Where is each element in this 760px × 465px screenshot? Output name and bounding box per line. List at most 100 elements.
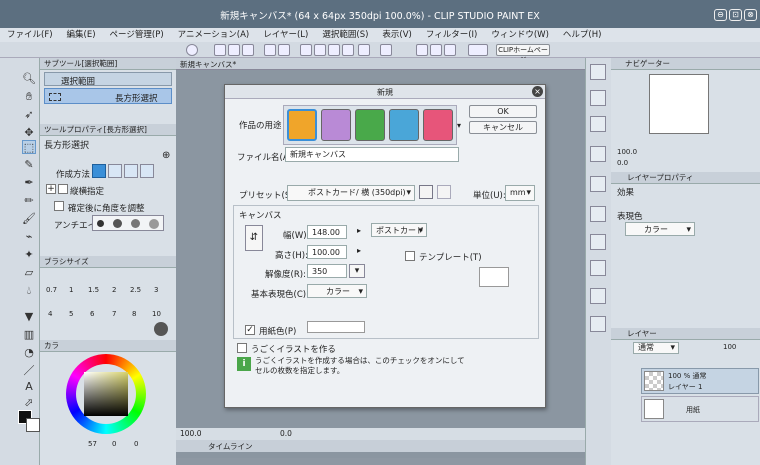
resolution-input[interactable]: 350 [307, 264, 347, 278]
material-icon[interactable] [590, 234, 606, 250]
figure-tool-icon[interactable]: ◔ [22, 346, 36, 360]
material-icon[interactable] [590, 260, 606, 276]
usage-animation-icon[interactable] [423, 109, 453, 141]
resolution-dropdown-icon[interactable]: ▾ [349, 264, 365, 278]
color-sv-square[interactable] [84, 372, 128, 416]
save-icon[interactable] [242, 44, 254, 56]
blend-tool-icon[interactable]: 💧︎ [22, 284, 36, 298]
ok-button[interactable]: OK [469, 105, 537, 118]
preset-dropdown[interactable]: ポストカード/ 横 (350dpi) [287, 185, 415, 201]
usage-more-icon[interactable]: ▾ [457, 121, 461, 130]
usage-comic-icon[interactable] [321, 109, 351, 141]
menu-file[interactable]: ファイル(F) [0, 28, 60, 42]
clip-studio-icon[interactable] [186, 44, 198, 56]
subtool-tab[interactable]: サブツール[選択範囲] [40, 58, 176, 70]
layer-row[interactable]: 100 % 通常 レイヤー 1 [641, 368, 759, 394]
template-checkbox[interactable] [405, 251, 415, 261]
cancel-button[interactable]: キャンセル [469, 121, 537, 134]
brush-size-value[interactable]: 1 [69, 286, 73, 294]
antialias-weak-icon[interactable] [113, 219, 122, 228]
menu-edit[interactable]: 編集(E) [60, 28, 103, 42]
material-icon[interactable] [590, 146, 606, 162]
width-input[interactable]: 148.00 [307, 225, 347, 239]
animation-checkbox[interactable] [237, 343, 247, 353]
brush-tool-icon[interactable]: 🖌︎ [22, 212, 36, 226]
material-icon[interactable] [590, 116, 606, 132]
fill-tool-icon[interactable]: ▼ [22, 310, 36, 324]
method-add-icon[interactable] [108, 164, 122, 178]
brush-size-value[interactable]: 7 [112, 310, 116, 318]
sub-color-swatch[interactable] [26, 418, 40, 432]
menu-selection[interactable]: 選択範囲(S) [315, 28, 375, 42]
pencil-tool-icon[interactable]: ✏︎ [22, 194, 36, 208]
layers-tab[interactable]: レイヤー [611, 328, 760, 340]
open-file-icon[interactable] [228, 44, 240, 56]
usage-illustration-icon[interactable] [287, 109, 317, 141]
aspect-expand-toggle[interactable]: + [46, 184, 56, 194]
height-arrow-icon[interactable]: ▸ [357, 246, 361, 255]
hand-tool-icon[interactable]: ✋︎ [22, 90, 36, 104]
material-icon[interactable] [590, 90, 606, 106]
brush-size-value[interactable]: 6 [90, 310, 94, 318]
paper-color-swatch[interactable] [307, 321, 365, 333]
clear-icon[interactable] [300, 44, 312, 56]
brush-size-value[interactable]: 4 [48, 310, 52, 318]
brush-size-value[interactable]: 2 [112, 286, 116, 294]
new-file-icon[interactable] [214, 44, 226, 56]
antialias-none-icon[interactable] [97, 220, 104, 227]
airbrush-tool-icon[interactable]: ⌁ [22, 230, 36, 244]
brush-size-value[interactable]: 0.7 [46, 286, 57, 294]
color-tab[interactable]: カラ [40, 340, 176, 352]
deselect-icon[interactable] [328, 44, 340, 56]
blend-mode-dropdown[interactable]: 通常 [633, 342, 679, 354]
subtool-group[interactable]: 選択範囲 [44, 72, 172, 87]
antialias-selector[interactable] [92, 215, 164, 231]
delete-preset-icon[interactable] [437, 185, 451, 199]
material-icon[interactable] [590, 64, 606, 80]
material-icon[interactable] [590, 288, 606, 304]
text-tool-icon[interactable]: A [22, 380, 36, 394]
menu-window[interactable]: ウィンドウ(W) [484, 28, 556, 42]
menu-filter[interactable]: フィルター(I) [419, 28, 484, 42]
adjust-angle-checkbox[interactable] [54, 201, 64, 211]
balloon-tool-icon[interactable]: ⬀ [22, 396, 36, 410]
minimize-button[interactable]: ⊖ [714, 9, 727, 21]
dialog-close-icon[interactable]: × [532, 86, 543, 97]
brush-size-value[interactable]: 5 [69, 310, 73, 318]
fill-icon[interactable] [358, 44, 370, 56]
eyedropper-tool-icon[interactable]: ✎ [22, 158, 36, 172]
output-icon[interactable] [468, 44, 488, 56]
aspect-checkbox[interactable] [58, 184, 68, 194]
close-button[interactable]: ⊗ [744, 9, 757, 21]
brushsize-tab[interactable]: ブラシサイズ [40, 256, 176, 268]
menu-help[interactable]: ヘルプ(H) [556, 28, 609, 42]
redo-icon[interactable] [278, 44, 290, 56]
material-icon[interactable] [590, 316, 606, 332]
save-preset-icon[interactable] [419, 185, 433, 199]
canvas-tab[interactable]: 新規キャンバス* [180, 59, 236, 70]
brush-size-value[interactable]: 2.5 [130, 286, 141, 294]
layerprop-tab[interactable]: レイヤープロパティ [611, 172, 760, 184]
paper-checkbox[interactable]: ✓ [245, 325, 255, 335]
gradient-tool-icon[interactable]: ▥ [22, 328, 36, 342]
swap-size-icon[interactable]: ⇵ [245, 225, 263, 251]
filename-input[interactable]: 新規キャンバス [285, 147, 459, 162]
navigator-tab[interactable]: ナビゲーター [611, 58, 760, 70]
subtool-item-rect-select[interactable]: 長方形選択 [44, 88, 172, 104]
menu-page[interactable]: ページ管理(P) [103, 28, 171, 42]
eraser-tool-icon[interactable]: ▱ [22, 266, 36, 280]
size-preset-dropdown[interactable]: ポストカード [371, 223, 427, 238]
brush-size-value[interactable]: 10 [152, 310, 161, 318]
navigator-preview[interactable] [649, 74, 709, 134]
brush-size-value[interactable]: 3 [154, 286, 158, 294]
menu-view[interactable]: 表示(V) [375, 28, 418, 42]
home-page-button[interactable]: CLIPホームページ [496, 44, 550, 64]
menu-layer[interactable]: レイヤー(L) [256, 28, 315, 42]
zoom-tool-icon[interactable]: 🔍︎ [22, 72, 36, 86]
ruler-icon[interactable] [416, 44, 428, 56]
toolprop-tab[interactable]: ツールプロパティ[長方形選択] [40, 124, 176, 136]
show-area-icon[interactable] [380, 44, 392, 56]
method-new-icon[interactable] [92, 164, 106, 178]
decoration-tool-icon[interactable]: ✦ [22, 248, 36, 262]
layer-row[interactable]: 用紙 [641, 396, 759, 422]
